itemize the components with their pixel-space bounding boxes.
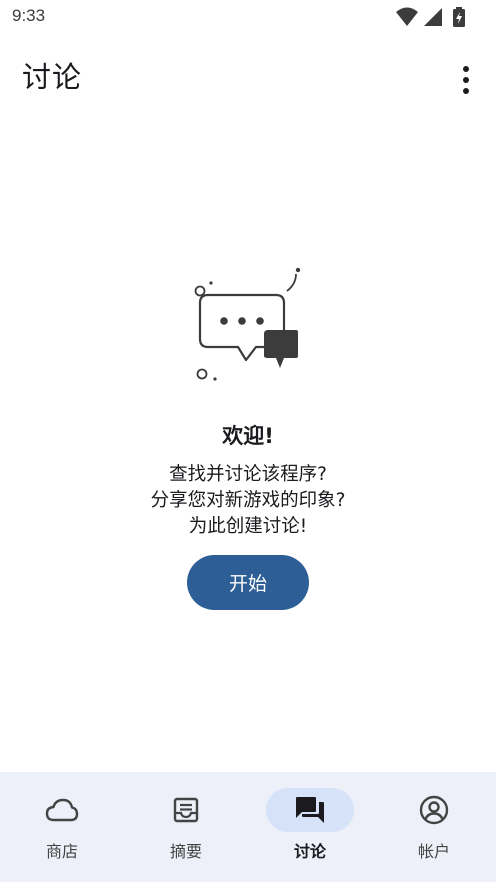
more-vert-icon (463, 66, 469, 72)
more-options-button[interactable] (450, 60, 482, 100)
status-time: 9:33 (12, 6, 46, 25)
welcome-line: 查找并讨论该程序? (169, 464, 327, 485)
nav-item-summary[interactable]: 摘要 (124, 772, 248, 882)
nav-label: 讨论 (293, 842, 326, 861)
welcome-message: 查找并讨论该程序? 分享您对新游戏的印象? 为此创建讨论! (0, 462, 496, 540)
forum-icon (296, 797, 324, 823)
start-button[interactable]: 开始 (187, 555, 309, 610)
nav-label: 商店 (45, 842, 78, 861)
account-circle-icon (419, 795, 449, 825)
welcome-line: 为此创建讨论! (188, 516, 308, 537)
status-bar: 9:33 (0, 0, 496, 34)
cloud-icon (45, 798, 79, 822)
nav-label: 帐户 (417, 842, 450, 861)
nav-label: 摘要 (169, 842, 202, 861)
signal-icon (424, 8, 442, 26)
welcome-line: 分享您对新游戏的印象? (150, 490, 346, 511)
active-indicator (266, 788, 354, 832)
inbox-icon (173, 797, 199, 823)
page-title: 讨论 (22, 60, 83, 94)
nav-item-account[interactable]: 帐户 (372, 772, 496, 882)
nav-item-discussions[interactable]: 讨论 (248, 772, 372, 882)
wifi-icon (396, 7, 418, 26)
welcome-title: 欢迎! (222, 424, 274, 448)
chat-bubbles-illustration (194, 267, 301, 381)
battery-charging-icon (453, 7, 465, 27)
nav-item-store[interactable]: 商店 (0, 772, 124, 882)
bottom-navigation: 商店 摘要 讨论 帐户 (0, 772, 496, 882)
top-app-bar: 讨论 (0, 34, 496, 122)
